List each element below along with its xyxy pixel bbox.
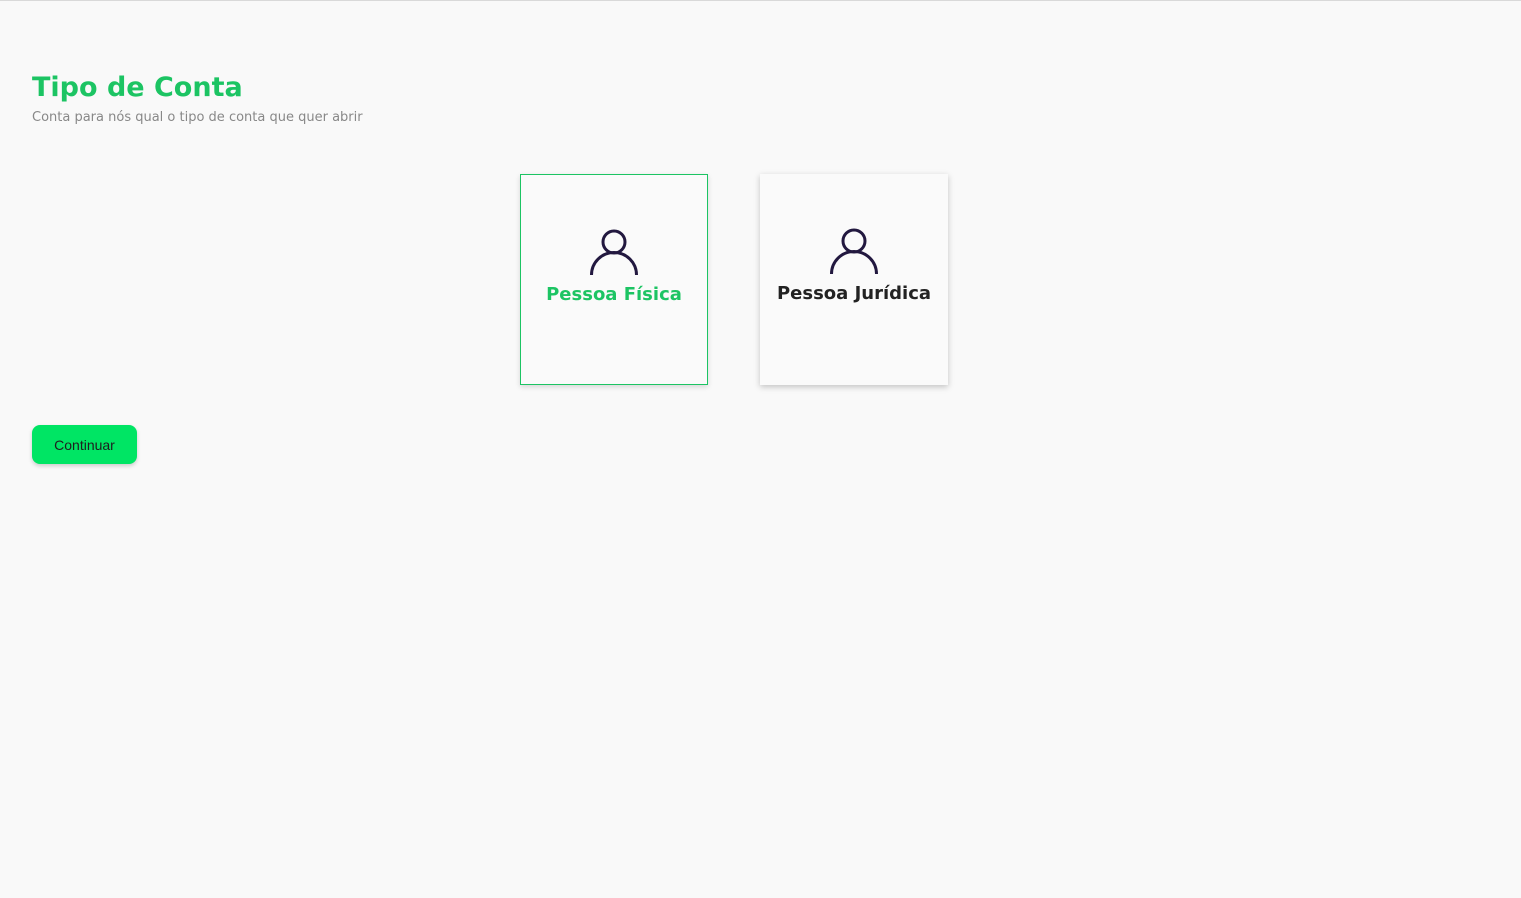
page-title: Tipo de Conta [32,72,243,103]
page-subtitle: Conta para nós qual o tipo de conta que … [32,110,363,125]
account-type-label: Pessoa Jurídica [776,283,932,304]
top-border [0,0,1521,1]
account-type-options: Pessoa Física Pessoa Jurídica [520,174,948,385]
user-icon [589,227,639,277]
user-icon [829,226,879,276]
account-type-label: Pessoa Física [546,284,682,305]
account-type-card-pessoa-fisica[interactable]: Pessoa Física [520,174,708,385]
continue-button[interactable]: Continuar [32,425,137,464]
page-header: Tipo de Conta Conta para nós qual o tipo… [32,70,363,127]
account-type-card-pessoa-juridica[interactable]: Pessoa Jurídica [760,174,948,385]
